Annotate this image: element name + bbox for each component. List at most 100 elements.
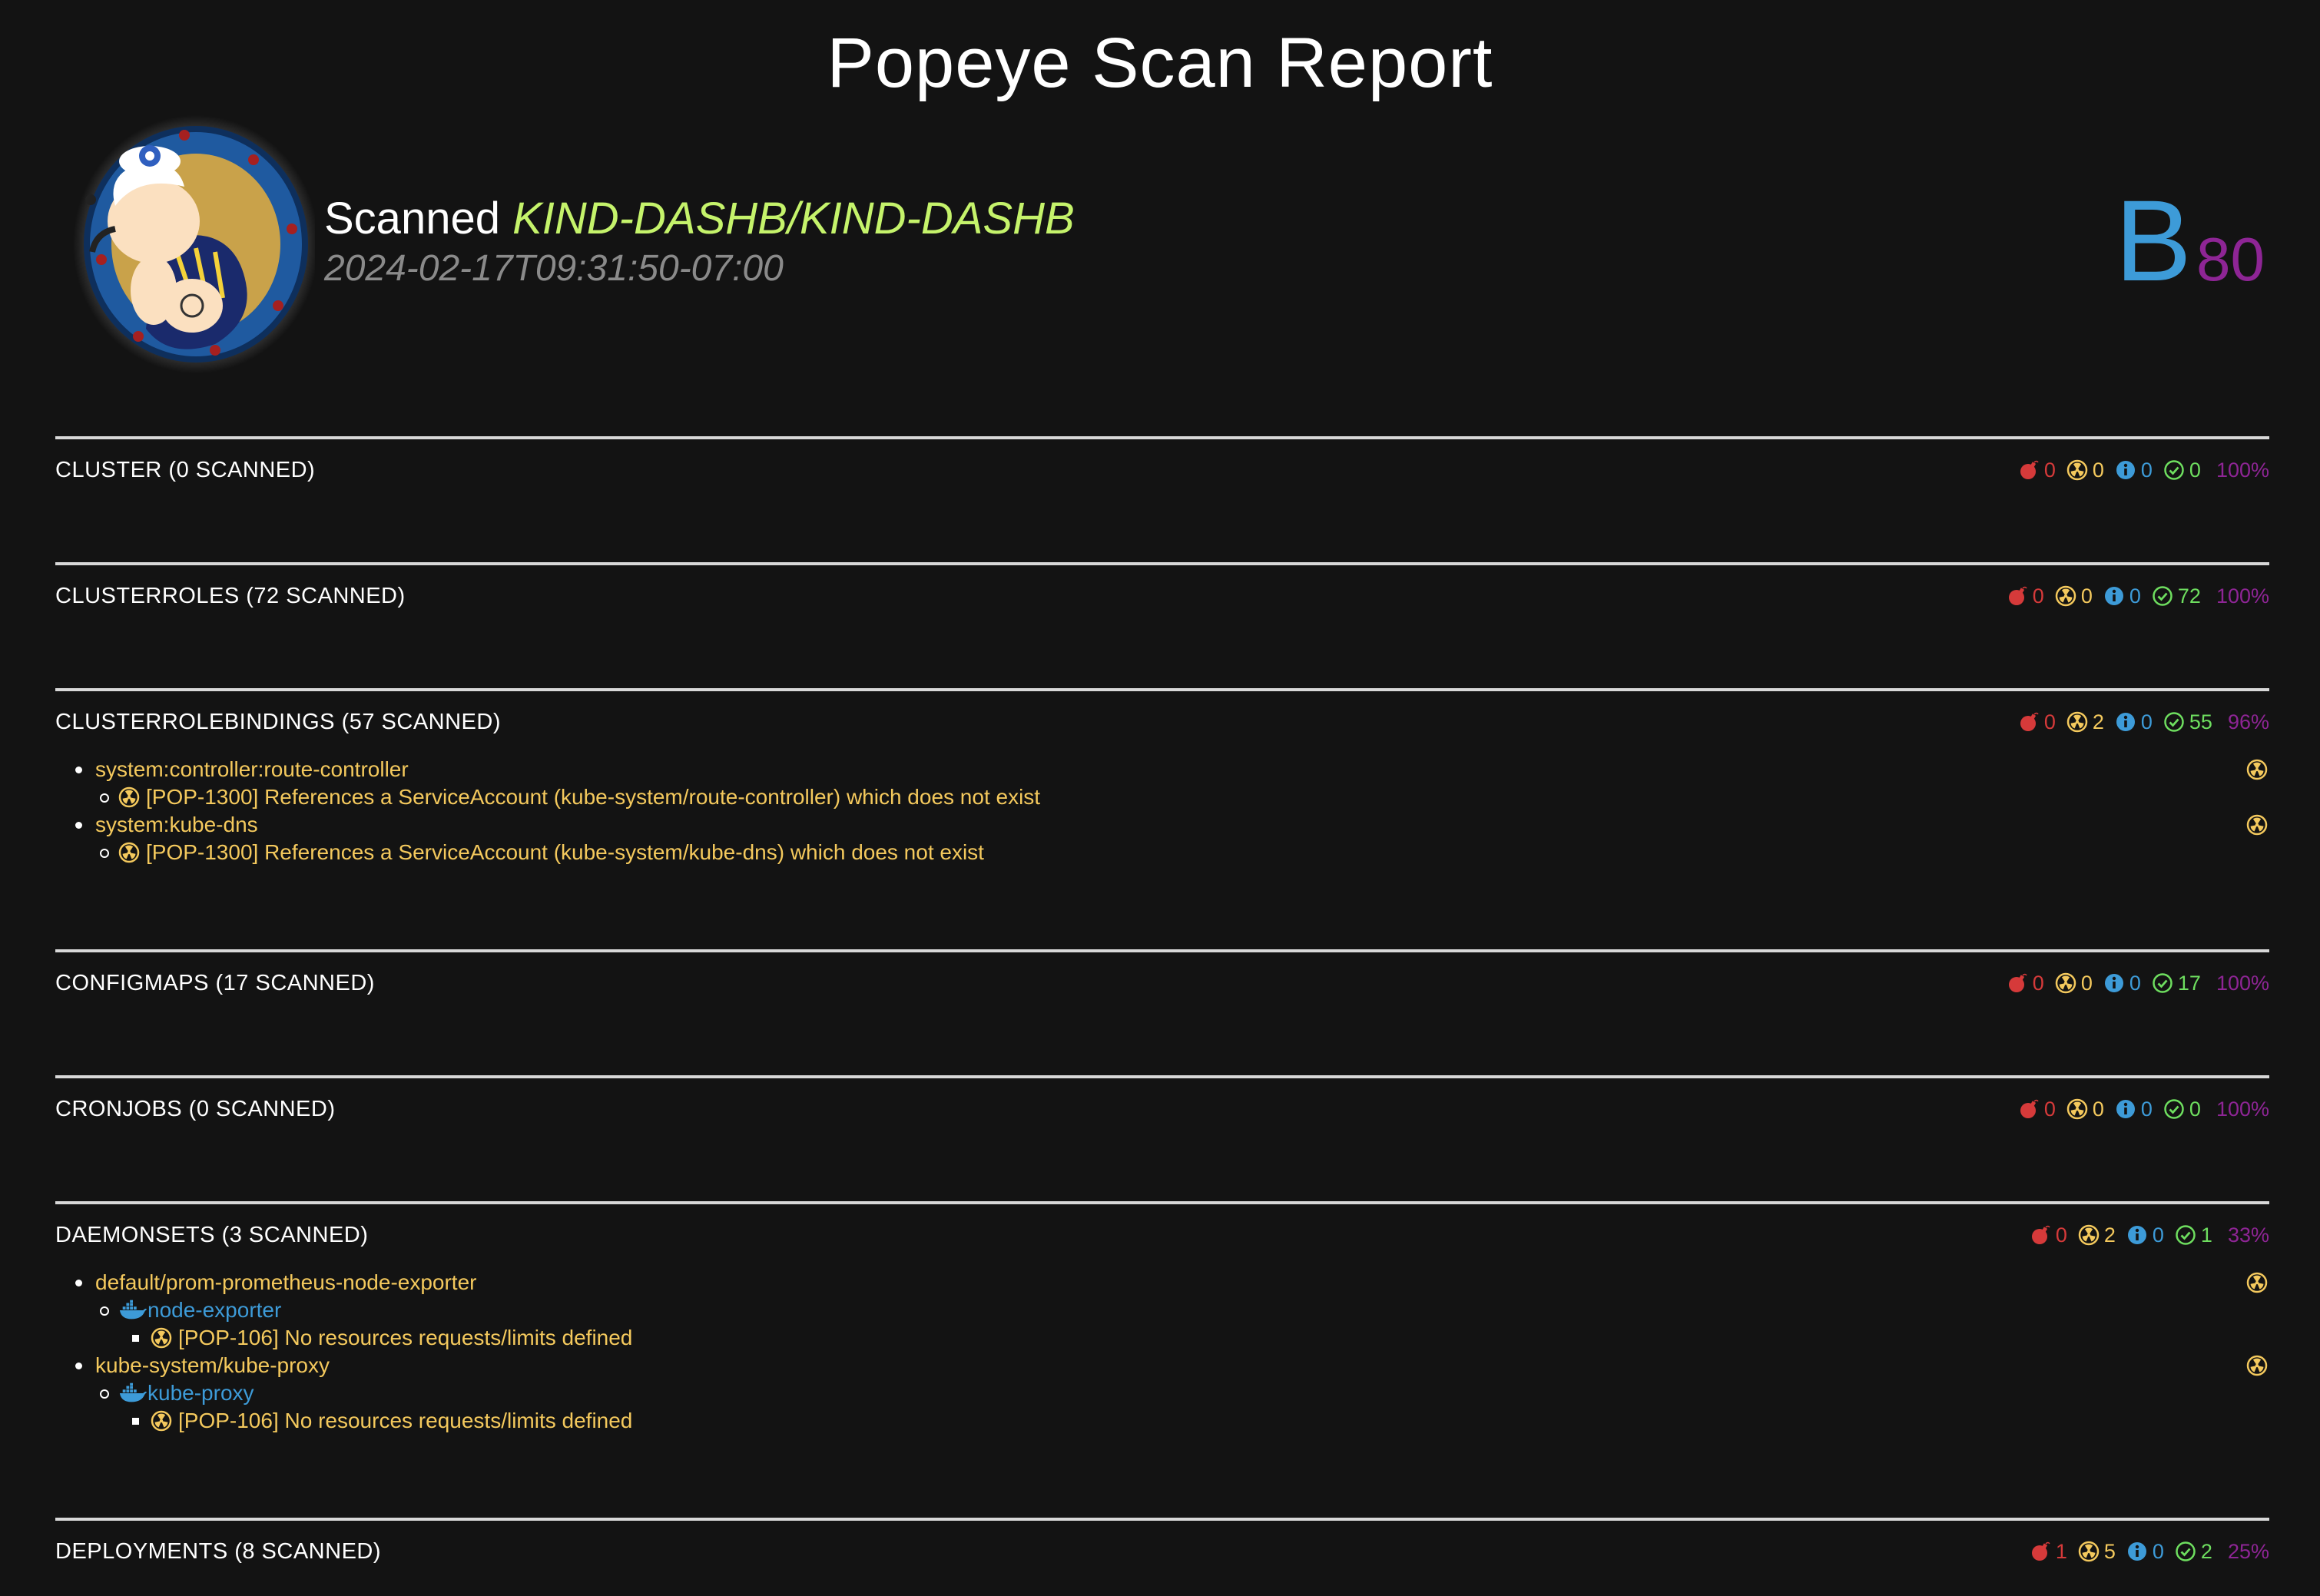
radiation-icon [2055, 585, 2076, 607]
grade-letter: B [2114, 176, 2192, 305]
error-count: 0 [2032, 584, 2044, 608]
error-count: 0 [2055, 1223, 2067, 1247]
section-tally: 0 0 0 17 100% [1996, 972, 2269, 995]
info-icon [2126, 1541, 2148, 1562]
bomb-icon [2030, 1224, 2051, 1246]
radiation-icon [2055, 972, 2076, 994]
bomb-icon [2018, 711, 2040, 733]
issue-message: [POP-106] No resources requests/limits d… [178, 1409, 633, 1432]
info-icon [2103, 972, 2125, 994]
container-item: kube-proxy [100, 1379, 2269, 1407]
info-count: 0 [2129, 971, 2141, 995]
section-title[interactable]: DEPLOYMENTS (8 SCANNED) [55, 1539, 381, 1565]
page-title: Popeye Scan Report [827, 24, 1493, 102]
scanned-label: Scanned [324, 194, 500, 243]
section-tally: 1 5 0 2 25% [2019, 1540, 2269, 1564]
section-configmaps: CONFIGMAPS (17 SCANNED) 0 0 0 17 100% [55, 949, 2269, 1075]
info-count: 0 [2140, 1097, 2153, 1121]
list-item: system:kube-dns [POP-1300] References a … [75, 811, 2269, 866]
check-icon [2163, 1098, 2185, 1120]
info-count: 0 [2152, 1223, 2164, 1247]
ok-count: 17 [2177, 971, 2201, 995]
scan-line: Scanned KIND-DASHB/KIND-DASHB [324, 192, 1075, 246]
cluster-name: KIND-DASHB/KIND-DASHB [512, 194, 1075, 243]
check-icon [2163, 459, 2185, 481]
resource-name[interactable]: system:controller:route-controller [95, 756, 409, 783]
issue-message-item: [POP-1300] References a ServiceAccount (… [100, 783, 2269, 811]
warning-count: 0 [2092, 1097, 2104, 1121]
list-item: default/prom-prometheus-node-exporter no… [75, 1269, 2269, 1352]
section-title[interactable]: DAEMONSETS (3 SCANNED) [55, 1223, 368, 1248]
info-icon [2126, 1224, 2148, 1246]
check-icon [2152, 585, 2173, 607]
section-tally: 0 0 0 72 100% [1996, 584, 2269, 608]
grade-badge: B 80 [2115, 183, 2265, 298]
bomb-icon [2007, 585, 2028, 607]
info-count: 0 [2140, 710, 2153, 733]
radiation-icon [2066, 459, 2088, 481]
check-icon [2152, 972, 2173, 994]
popeye-logo [61, 114, 319, 375]
error-count: 0 [2043, 1097, 2056, 1121]
section-title[interactable]: CRONJOBS (0 SCANNED) [55, 1097, 336, 1122]
ok-count: 1 [2200, 1223, 2212, 1247]
section-clusterrolebindings: CLUSTERROLEBINDINGS (57 SCANNED) 0 2 0 5… [55, 688, 2269, 949]
issue-message: [POP-1300] References a ServiceAccount (… [146, 785, 1041, 809]
sections-list: CLUSTER (0 SCANNED) 0 0 0 0 100% CLUSTER… [55, 436, 2269, 1596]
section-percent: 33% [2227, 1223, 2269, 1247]
section-cronjobs: CRONJOBS (0 SCANNED) 0 0 0 0 100% [55, 1075, 2269, 1201]
resource-name[interactable]: system:kube-dns [95, 811, 258, 839]
ok-count: 0 [2189, 1097, 2201, 1121]
radiation-icon [151, 1410, 172, 1432]
error-count: 1 [2055, 1539, 2067, 1563]
bomb-icon [2030, 1541, 2051, 1562]
section-percent: 100% [2216, 458, 2269, 482]
section-daemonsets: DAEMONSETS (3 SCANNED) 0 2 0 1 33% defau… [55, 1201, 2269, 1518]
radiation-icon [118, 786, 140, 808]
info-icon [2115, 459, 2136, 481]
check-icon [2175, 1224, 2196, 1246]
info-count: 0 [2129, 584, 2141, 608]
check-icon [2163, 711, 2185, 733]
bomb-icon [2018, 1098, 2040, 1120]
section-title[interactable]: CLUSTERROLES (72 SCANNED) [55, 584, 406, 609]
bomb-icon [2007, 972, 2028, 994]
issue-message-item: [POP-106] No resources requests/limits d… [132, 1324, 2269, 1352]
issue-message-item: [POP-1300] References a ServiceAccount (… [100, 839, 2269, 866]
resource-name[interactable]: default/prom-prometheus-node-exporter [95, 1269, 476, 1296]
section-tally: 0 2 0 1 33% [2019, 1223, 2269, 1247]
section-title[interactable]: CLUSTERROLEBINDINGS (57 SCANNED) [55, 710, 501, 735]
container-name[interactable]: kube-proxy [147, 1379, 254, 1407]
section-percent: 100% [2216, 971, 2269, 995]
radiation-icon [2246, 1272, 2268, 1293]
radiation-icon [2246, 814, 2268, 836]
section-cluster: CLUSTER (0 SCANNED) 0 0 0 0 100% [55, 436, 2269, 562]
radiation-icon [2078, 1224, 2100, 1246]
bomb-icon [2018, 459, 2040, 481]
warning-count: 2 [2103, 1223, 2116, 1247]
section-title[interactable]: CONFIGMAPS (17 SCANNED) [55, 971, 375, 996]
section-clusterroles: CLUSTERROLES (72 SCANNED) 0 0 0 72 100% [55, 562, 2269, 688]
docker-icon [118, 1382, 147, 1404]
section-percent: 96% [2227, 710, 2269, 733]
section-title[interactable]: CLUSTER (0 SCANNED) [55, 458, 315, 483]
ok-count: 72 [2177, 584, 2201, 608]
container-name[interactable]: node-exporter [147, 1296, 281, 1324]
error-count: 0 [2043, 458, 2056, 482]
scan-header: Scanned KIND-DASHB/KIND-DASHB 2024-02-17… [324, 192, 1075, 292]
info-icon [2115, 1098, 2136, 1120]
issue-list: system:controller:route-controller [POP-… [55, 756, 2269, 866]
radiation-icon [2066, 711, 2088, 733]
section-percent: 25% [2227, 1539, 2269, 1563]
radiation-icon [2246, 759, 2268, 780]
warning-count: 0 [2092, 458, 2104, 482]
list-item: kube-system/kube-proxy kube-proxy [POP-1… [75, 1352, 2269, 1435]
error-count: 0 [2032, 971, 2044, 995]
container-item: node-exporter [100, 1296, 2269, 1324]
list-item: system:controller:route-controller [POP-… [75, 756, 2269, 811]
section-tally: 0 0 0 0 100% [2007, 1098, 2269, 1121]
section-tally: 0 2 0 55 96% [2007, 710, 2269, 734]
ok-count: 55 [2189, 710, 2212, 733]
resource-name[interactable]: kube-system/kube-proxy [95, 1352, 330, 1379]
ok-count: 2 [2200, 1539, 2212, 1563]
